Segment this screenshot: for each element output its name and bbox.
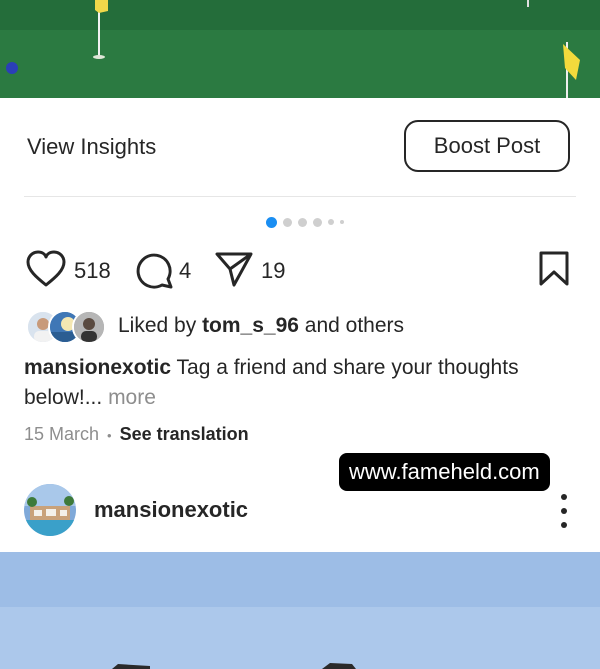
comment-button[interactable] [134,250,174,295]
carousel-dot [340,220,344,224]
bookmark-icon [539,251,569,286]
liked-by-suffix[interactable]: and others [305,314,404,337]
liked-by-avatars[interactable] [26,310,106,344]
post-author-username[interactable]: mansionexotic [94,497,248,523]
post-image-top[interactable] [0,0,600,98]
post-date: 15 March [24,424,100,444]
watermark: www.fameheld.com [339,453,550,491]
more-dot [561,508,567,514]
sky-illustration [0,552,600,669]
meta-separator: • [107,428,112,443]
avatar [72,310,106,344]
post-caption: mansionexotic Tag a friend and share you… [24,353,584,413]
post-author-avatar[interactable] [24,484,76,536]
carousel-dot-active [266,216,277,228]
save-button[interactable] [538,250,570,293]
share-button[interactable] [214,250,254,293]
view-insights-link[interactable]: View Insights [27,134,156,160]
more-options-icon[interactable] [556,494,572,528]
more-dot [561,494,567,500]
likes-count[interactable]: 518 [74,258,111,284]
carousel-dot [283,217,292,227]
post-meta: 15 March • See translation [24,424,249,445]
boost-post-label: Boost Post [433,133,541,158]
post-image-bottom[interactable] [0,552,600,669]
carousel-dot [313,217,322,227]
carousel-indicator [266,216,344,228]
liked-by-prefix: Liked by [118,314,197,337]
boost-post-button[interactable]: Boost Post [404,120,570,172]
comment-icon [136,253,173,289]
shares-count[interactable]: 19 [261,258,285,284]
share-icon [215,252,253,287]
carousel-dot [298,217,307,227]
heart-icon [26,250,66,287]
carousel-dot [328,219,334,225]
golf-green-illustration [0,0,600,98]
caption-username[interactable]: mansionexotic [24,356,171,379]
watermark-text: www.fameheld.com [349,459,540,484]
liked-by-text: Liked by tom_s_96 and others [118,314,404,338]
more-dot [561,522,567,528]
like-button[interactable] [26,250,66,293]
see-translation-link[interactable]: See translation [120,424,249,444]
caption-more-link[interactable]: more [108,386,156,409]
comments-count[interactable]: 4 [179,258,191,284]
liked-by-user-link[interactable]: tom_s_96 [202,314,299,337]
avatar-image [24,484,76,536]
divider [24,196,576,197]
